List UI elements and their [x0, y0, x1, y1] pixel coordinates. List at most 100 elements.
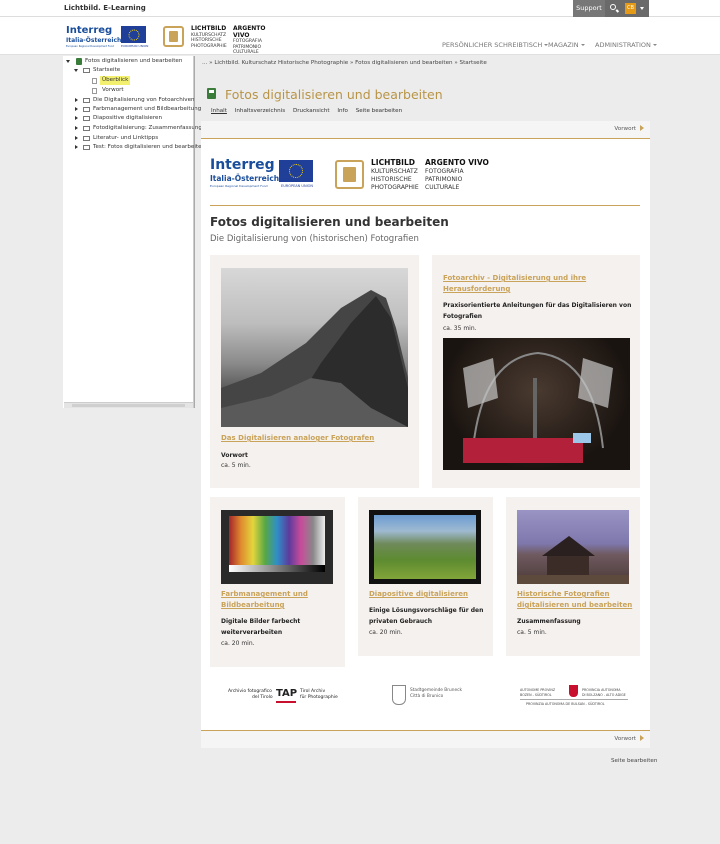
bruneck-text: Città di Brunico: [410, 694, 444, 699]
content-tabs: Inhalt Inhaltsverzeichnis Druckansicht I…: [211, 108, 408, 114]
sidebar-splitter[interactable]: [194, 56, 195, 408]
lichtbild-logo[interactable]: LICHTBILD KULTURSCHATZ HISTORISCHE PHOTO…: [163, 25, 283, 55]
search-icon: [610, 4, 616, 10]
caret-down-icon: [74, 69, 78, 72]
card-duration: ca. 5 min.: [221, 462, 251, 469]
site-title-link[interactable]: Lichtbild. E-Learning: [64, 4, 146, 12]
support-button[interactable]: Support: [573, 0, 605, 17]
chevron-down-icon: [652, 44, 657, 46]
card-duration: ca. 20 min.: [221, 640, 255, 647]
interreg-region: Italia-Österreich: [66, 37, 122, 44]
card-duration: ca. 5 min.: [517, 629, 547, 636]
folder-icon: [83, 68, 90, 73]
caret-right-icon: [75, 136, 78, 140]
film-icon: [335, 160, 364, 189]
eu-label: EUROPEAN UNION: [281, 184, 313, 188]
tab-info[interactable]: Info: [337, 108, 348, 114]
tree-item-label: Fotodigitalisierung: Zusammenfassung: [93, 125, 202, 131]
gray-strip: [229, 565, 325, 572]
interreg-fund: European Regional Development Fund: [210, 184, 268, 188]
card-title-link[interactable]: Das Digitalisieren analoger Fotografen: [221, 433, 411, 444]
caret-down-icon: [66, 60, 70, 63]
page-icon: [92, 77, 97, 84]
eu-flag-icon: [279, 160, 313, 182]
lichtbild-text: LICHTBILD KULTURSCHATZ HISTORISCHE PHOTO…: [191, 25, 227, 49]
tap-logo: Archivio fotografico del Tirolo TAP Tiro…: [228, 688, 348, 704]
colorchecker-photo[interactable]: [221, 510, 333, 584]
mountain-photo[interactable]: [221, 268, 408, 427]
bottom-page-nav: Vorwort: [201, 731, 650, 748]
interreg-region: Italia-Österreich: [210, 174, 280, 183]
next-page-link[interactable]: Vorwort: [614, 126, 636, 132]
tyrol-eagle-icon: [569, 685, 578, 697]
card-title-link[interactable]: Fotoarchiv - Digitalisierung und ihre He…: [443, 273, 633, 295]
provinz-text: AUTONOME PROVINZ: [520, 688, 556, 692]
card-description: Vorwort: [221, 452, 248, 459]
tap-right-text: Tirol Archiv: [300, 689, 326, 694]
slide-image: [374, 515, 476, 579]
tree-item-label: Vorwort: [102, 87, 124, 93]
card-title-link[interactable]: Historische Fotografien digitalisieren u…: [517, 589, 637, 611]
tree-item-label: Farbmanagement und Bildbearbeitung: [93, 106, 202, 112]
tap-right-text: für Photographie: [300, 695, 338, 700]
tree-item-label: Überblick: [100, 76, 131, 85]
tab-seite-bearbeiten[interactable]: Seite bearbeiten: [356, 108, 402, 114]
page-icon: [92, 87, 97, 94]
argento-text: ARGENTO VIVO FOTOGRAFIA PATRIMONIO CULTU…: [425, 158, 489, 192]
user-menu-button[interactable]: CB: [622, 0, 649, 17]
provinz-text: DI BOLZANO - ALTO ADIGE: [582, 693, 626, 697]
course-card[interactable]: Farbmanagement und Bildbearbeitung Digit…: [210, 497, 345, 667]
tree-item-label: Literatur- und Linktipps: [93, 135, 159, 141]
interreg-word: Interreg: [66, 25, 113, 36]
card-description: Digitale Bilder farbecht weiterverarbeit…: [221, 618, 301, 636]
tree-item-label: Startseite: [93, 67, 121, 73]
tab-inhalt[interactable]: Inhalt: [211, 108, 227, 114]
edit-page-link[interactable]: Seite bearbeiten: [611, 758, 657, 764]
interreg-word: Interreg: [210, 157, 275, 173]
book-icon: [76, 58, 82, 65]
nav-magazin[interactable]: MAGAZIN: [548, 41, 585, 49]
tree-item-label: Die Digitalisierung von Fotoarchiven: [93, 97, 195, 103]
caret-right-icon: [75, 145, 78, 149]
partner-logos: Archivio fotografico del Tirolo TAP Tiro…: [210, 682, 640, 712]
folder-icon: [83, 116, 90, 121]
film-icon: [163, 26, 184, 47]
top-bar: Lichtbild. E-Learning Support CB: [0, 0, 720, 17]
divider: [520, 699, 628, 700]
historic-hut-photo[interactable]: [517, 510, 629, 584]
top-page-nav: Vorwort: [201, 121, 650, 138]
chevron-down-icon: [640, 7, 644, 10]
tap-left-text: del Tirolo: [252, 695, 273, 700]
nav-persoenlicher-schreibtisch[interactable]: PERSÖNLICHER SCHREIBTISCH: [442, 41, 549, 49]
card-description: Einige Lösungsvorschläge für den private…: [369, 607, 484, 625]
course-card[interactable]: Historische Fotografien digitalisieren u…: [506, 497, 640, 656]
course-card[interactable]: Das Digitalisieren analoger Fotografen V…: [210, 255, 419, 488]
lichtbild-text: LICHTBILD KULTURSCHATZ HISTORISCHE PHOTO…: [371, 158, 419, 192]
card-title-link[interactable]: Farbmanagement und Bildbearbeitung: [221, 589, 341, 611]
arrow-right-icon[interactable]: [640, 125, 644, 131]
card-title-link[interactable]: Diapositive digitalisieren: [369, 589, 489, 600]
breadcrumb[interactable]: ... » Lichtbild. Kulturschatz Historisch…: [202, 60, 487, 66]
scrollbar-thumb[interactable]: [72, 404, 185, 407]
alpine-valley-photo[interactable]: [369, 510, 481, 584]
card-description: Zusammenfassung: [517, 618, 581, 625]
scanning-studio-photo[interactable]: [443, 338, 630, 470]
page-title: Fotos digitalisieren und bearbeiten: [225, 87, 443, 102]
caret-right-icon: [75, 116, 78, 120]
search-button[interactable]: [605, 0, 622, 17]
tab-inhaltsverzeichnis[interactable]: Inhaltsverzeichnis: [235, 108, 285, 114]
content-heading: Fotos digitalisieren und bearbeiten: [210, 215, 449, 229]
divider: [210, 205, 640, 206]
course-card[interactable]: Fotoarchiv - Digitalisierung und ihre He…: [432, 255, 640, 488]
content-logo-row: Interreg Italia-Österreich European Regi…: [210, 157, 640, 192]
interreg-logo-large: Interreg Italia-Österreich European Regi…: [210, 157, 280, 189]
tap-underline: [276, 701, 296, 703]
eu-label: EUROPEAN UNION: [121, 44, 149, 48]
tree-item-label: Test: Fotos digitalisieren und bearbeite…: [93, 144, 206, 150]
nav-administration[interactable]: ADMINISTRATION: [595, 41, 657, 49]
sidebar-horizontal-scrollbar[interactable]: [64, 402, 193, 408]
course-card[interactable]: Diapositive digitalisieren Einige Lösung…: [358, 497, 493, 656]
next-page-link[interactable]: Vorwort: [614, 736, 636, 742]
arrow-right-icon[interactable]: [640, 735, 644, 741]
tab-druckansicht[interactable]: Druckansicht: [293, 108, 330, 114]
